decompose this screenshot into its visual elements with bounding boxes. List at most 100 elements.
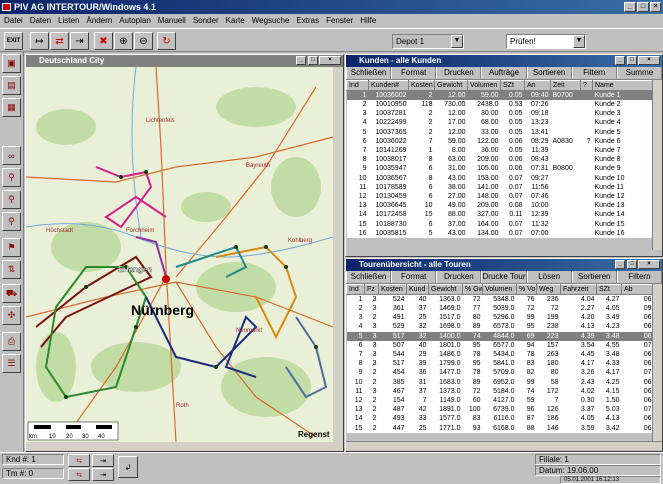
- column-header[interactable]: Ind: [346, 284, 365, 295]
- table-row[interactable]: 7 10141269 1 8.00 36.00 0.05 11:39 Kunde 7: [347, 146, 654, 155]
- touren-button[interactable]: Filtern: [616, 271, 662, 283]
- kunden-button[interactable]: Sortieren: [526, 67, 572, 79]
- toggle-icon[interactable]: ↲: [118, 456, 138, 478]
- window-close-icon[interactable]: ×: [638, 260, 660, 269]
- close-icon[interactable]: ×: [650, 2, 661, 12]
- table-row[interactable]: 3 2 491 25 1517.0 80 5296.0 99 199 4.20 3.49 06: [347, 313, 654, 322]
- column-header[interactable]: Ab: [621, 284, 654, 295]
- menu-item[interactable]: Ändern: [86, 14, 112, 28]
- zoom-out-icon[interactable]: ⊖: [134, 32, 153, 50]
- column-header[interactable]: Volumen: [482, 284, 517, 295]
- search-customer-icon[interactable]: ⚲: [2, 168, 21, 187]
- table-row[interactable]: 5 3 517 32 1400.0 74 4844.0 69 223 4.39 3.48 06: [346, 331, 654, 341]
- table-row[interactable]: 2 10010950 118 730.00 2438.0 0.53 07:26 Kunde 2: [347, 100, 654, 109]
- table-row[interactable]: 7 3 544 29 1486.0 78 5434.0 78 263 4.45 3.48 06: [347, 350, 654, 359]
- vehicle-icon[interactable]: ⛟: [2, 284, 21, 303]
- kunden-button[interactable]: Schließen: [346, 67, 392, 79]
- window-maximize-icon[interactable]: □: [627, 56, 637, 65]
- kunden-button[interactable]: Aufträge: [481, 67, 527, 79]
- kunden-button[interactable]: Filtern: [571, 67, 617, 79]
- table-row[interactable]: 8 10038017 8 63.00 209.00 0.06 08:43 Kunde 8: [347, 155, 654, 164]
- search-tour-icon[interactable]: ⚲: [2, 190, 21, 209]
- kunden-button[interactable]: Format: [391, 67, 437, 79]
- touren-button[interactable]: Schließen: [346, 271, 392, 283]
- touren-button[interactable]: Sortieren: [571, 271, 617, 283]
- tours-vertical-scrollbar[interactable]: [652, 284, 662, 441]
- window-maximize-icon[interactable]: □: [308, 56, 318, 65]
- column-header[interactable]: Fz: [364, 284, 379, 295]
- check-select[interactable]: Prüfen! ▼: [506, 34, 586, 49]
- customers-table[interactable]: Ind Kunden# Kosten Gewicht Volumen SZt An Zeit?…: [346, 80, 654, 238]
- table-row[interactable]: 8 3 517 39 1799.0 95 5841.0 83 180 4.17 4.33 06: [347, 359, 654, 368]
- table-row[interactable]: 11 10178589 6 38.00 141.00 0.07 11:56 Kunde 11: [347, 183, 654, 192]
- menu-item[interactable]: Daten: [30, 14, 51, 28]
- menu-item[interactable]: Wegsuche: [252, 14, 290, 28]
- column-header[interactable]: Ind: [346, 80, 369, 91]
- zoom-in-icon[interactable]: ⊕: [114, 32, 133, 50]
- table-row[interactable]: 15 10188730 6 37.00 164.00 0.07 11:32 Kunde 15: [347, 219, 654, 228]
- delete-icon[interactable]: ✖: [94, 32, 113, 50]
- column-header[interactable]: Fahrzeit: [560, 284, 597, 295]
- exit-button[interactable]: EXIT: [4, 32, 23, 50]
- tours-table[interactable]: Ind Fz Kosten Kund Gewicht% Gw Volumen% Vo Weg…: [346, 284, 654, 433]
- map-vertical-scrollbar[interactable]: [333, 67, 343, 451]
- column-header[interactable]: Volumen: [467, 80, 501, 91]
- column-header[interactable]: Name: [592, 80, 654, 91]
- route-icon[interactable]: ↦: [30, 32, 49, 50]
- move-icon[interactable]: ⇅: [2, 260, 21, 279]
- table-row[interactable]: 1 10036002 2 12.00 59.00 0.05 09:40 B0700 Kunde …: [346, 90, 654, 100]
- table-row[interactable]: 14 10172458 15 88.00 327.00 0.11 12:39 Kunde 14: [347, 210, 654, 219]
- column-header[interactable]: Weg: [536, 284, 561, 295]
- menu-item[interactable]: Manuell: [158, 14, 186, 28]
- refresh-icon[interactable]: ↻: [157, 32, 176, 50]
- table-row[interactable]: 9 2 454 36 1477.0 78 5709.0 82 80 3.26 4.17 07: [347, 368, 654, 377]
- tours-horizontal-scrollbar[interactable]: [346, 441, 662, 450]
- menu-item[interactable]: Datei: [4, 14, 23, 28]
- save-icon[interactable]: ▣: [2, 54, 21, 73]
- touren-button[interactable]: Lösen: [526, 271, 572, 283]
- window-minimize-icon[interactable]: _: [296, 56, 306, 65]
- column-header[interactable]: Zeit: [550, 80, 581, 91]
- document-icon[interactable]: ▦: [2, 98, 21, 117]
- column-header[interactable]: Kosten: [408, 80, 435, 91]
- measure-icon[interactable]: ✣: [2, 306, 21, 325]
- column-header[interactable]: % Vo: [516, 284, 537, 295]
- remove-customer-icon[interactable]: ⇥: [92, 454, 114, 467]
- add-tour-icon[interactable]: ⇆: [68, 468, 90, 481]
- add-customer-icon[interactable]: ⇆: [68, 454, 90, 467]
- settings-icon[interactable]: ☰: [2, 354, 21, 373]
- table-row[interactable]: 6 3 507 40 1801.0 95 6577.0 94 157 3.54 4.55 07: [347, 341, 654, 350]
- table-row[interactable]: 14 2 493 33 1577.0 83 6116.0 87 186 4.05 4.13 06: [347, 414, 654, 423]
- menu-item[interactable]: Extras: [296, 14, 319, 28]
- table-row[interactable]: 10 10036567 8 43.00 153.00 0.07 09:27 Kunde 10: [347, 174, 654, 183]
- menu-item[interactable]: Karte: [226, 14, 245, 28]
- menu-item[interactable]: Sonder: [193, 14, 219, 28]
- column-header[interactable]: SZt: [500, 80, 525, 91]
- touren-button[interactable]: Format: [391, 271, 437, 283]
- print-icon[interactable]: ⎙: [2, 332, 21, 351]
- column-header[interactable]: Kunden#: [368, 80, 409, 91]
- column-header[interactable]: Kund: [406, 284, 429, 295]
- table-row[interactable]: 2 3 361 37 1469.0 77 5039.0 72 72 2.27 4.05 09: [347, 304, 654, 313]
- column-header[interactable]: An: [524, 80, 551, 91]
- column-header[interactable]: ?: [580, 80, 593, 91]
- column-header[interactable]: Gewicht: [434, 80, 468, 91]
- table-row[interactable]: 10 2 385 31 1683.0 89 6952.0 99 58 2.43 4.25 06: [347, 378, 654, 387]
- kunden-button[interactable]: Summe: [616, 67, 662, 79]
- remove-tour-icon[interactable]: ⇥: [92, 468, 114, 481]
- table-row[interactable]: 16 10035815 5 43.00 134.00 0.07 07:00 Kunde 16: [347, 229, 654, 238]
- table-row[interactable]: 4 10222499 2 17.00 68.00 0.05 13:23 Kunde 4: [347, 118, 654, 127]
- binoculars-icon[interactable]: ∞: [2, 146, 21, 165]
- window-close-icon[interactable]: ×: [638, 56, 660, 65]
- disk-icon[interactable]: ▤: [2, 76, 21, 95]
- window-maximize-icon[interactable]: □: [627, 260, 637, 269]
- split-icon[interactable]: ⇥: [70, 32, 89, 50]
- table-row[interactable]: 15 2 447 25 1771.0 93 6168.0 88 146 3.59 3.42 06: [347, 423, 654, 432]
- menu-item[interactable]: Fenster: [326, 14, 353, 28]
- menu-item[interactable]: Autoplan: [119, 14, 151, 28]
- table-row[interactable]: 13 2 487 42 1891.0 100 6739.0 96 126 3.37 5.03 07: [347, 405, 654, 414]
- column-header[interactable]: SZt: [596, 284, 622, 295]
- chevron-down-icon[interactable]: ▼: [573, 35, 585, 48]
- column-header[interactable]: % Gw: [462, 284, 483, 295]
- assign-icon[interactable]: ⚑: [2, 238, 21, 257]
